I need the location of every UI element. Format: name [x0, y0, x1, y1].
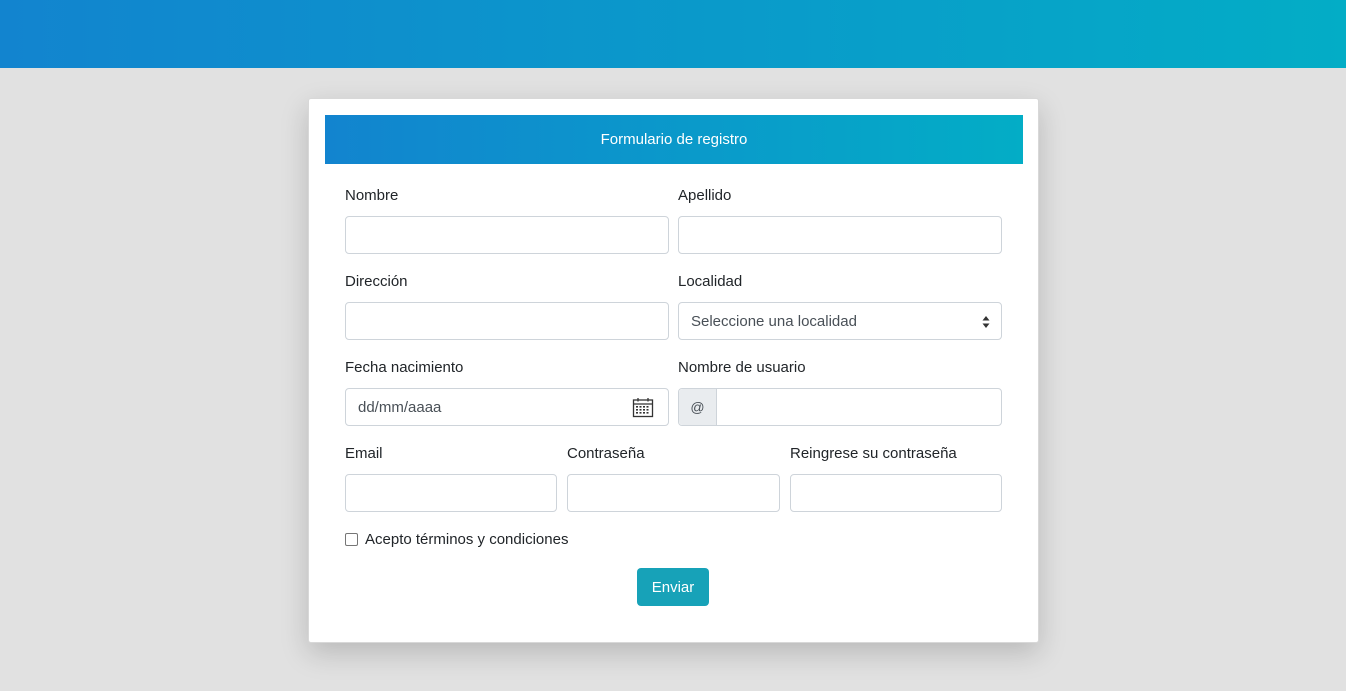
- direccion-label: Dirección: [345, 273, 408, 290]
- password-field[interactable]: [567, 474, 780, 512]
- password-confirm-label: Reingrese su contraseña: [790, 445, 957, 462]
- submit-button[interactable]: Enviar: [637, 568, 709, 606]
- nombre-field[interactable]: [345, 216, 669, 254]
- usuario-label: Nombre de usuario: [678, 359, 806, 376]
- nombre-label: Nombre: [345, 187, 399, 204]
- apellido-field[interactable]: [678, 216, 1002, 254]
- email-input[interactable]: [346, 475, 556, 511]
- fecha-field[interactable]: dd/mm/aaaa: [345, 388, 669, 426]
- submit-button-label: Enviar: [651, 578, 695, 596]
- password-label: Contraseña: [567, 445, 645, 462]
- email-field[interactable]: [345, 474, 557, 512]
- localidad-selected-value: Seleccione una localidad: [691, 313, 857, 330]
- password-input[interactable]: [568, 475, 779, 511]
- usuario-input[interactable]: [717, 389, 1001, 425]
- terms-label: Acepto términos y condiciones: [365, 531, 569, 548]
- at-sign-addon: @: [679, 389, 717, 425]
- apellido-input[interactable]: [679, 217, 1001, 253]
- direccion-input[interactable]: [346, 303, 668, 339]
- usuario-field[interactable]: @: [678, 388, 1002, 426]
- calendar-icon[interactable]: [632, 397, 654, 418]
- password-confirm-input[interactable]: [791, 475, 1001, 511]
- sort-arrows-icon: [982, 316, 990, 328]
- password-confirm-field[interactable]: [790, 474, 1002, 512]
- terms-checkbox[interactable]: [345, 533, 358, 546]
- form-title-bar: Formulario de registro: [325, 115, 1023, 164]
- fecha-placeholder: dd/mm/aaaa: [358, 399, 442, 416]
- localidad-label: Localidad: [678, 273, 743, 290]
- fecha-label: Fecha nacimiento: [345, 359, 464, 376]
- nombre-input[interactable]: [346, 217, 668, 253]
- form-title: Formulario de registro: [600, 131, 748, 148]
- top-header-bar: [0, 0, 1346, 68]
- direccion-field[interactable]: [345, 302, 669, 340]
- localidad-select[interactable]: Seleccione una localidad: [678, 302, 1002, 340]
- email-label: Email: [345, 445, 383, 462]
- apellido-label: Apellido: [678, 187, 732, 204]
